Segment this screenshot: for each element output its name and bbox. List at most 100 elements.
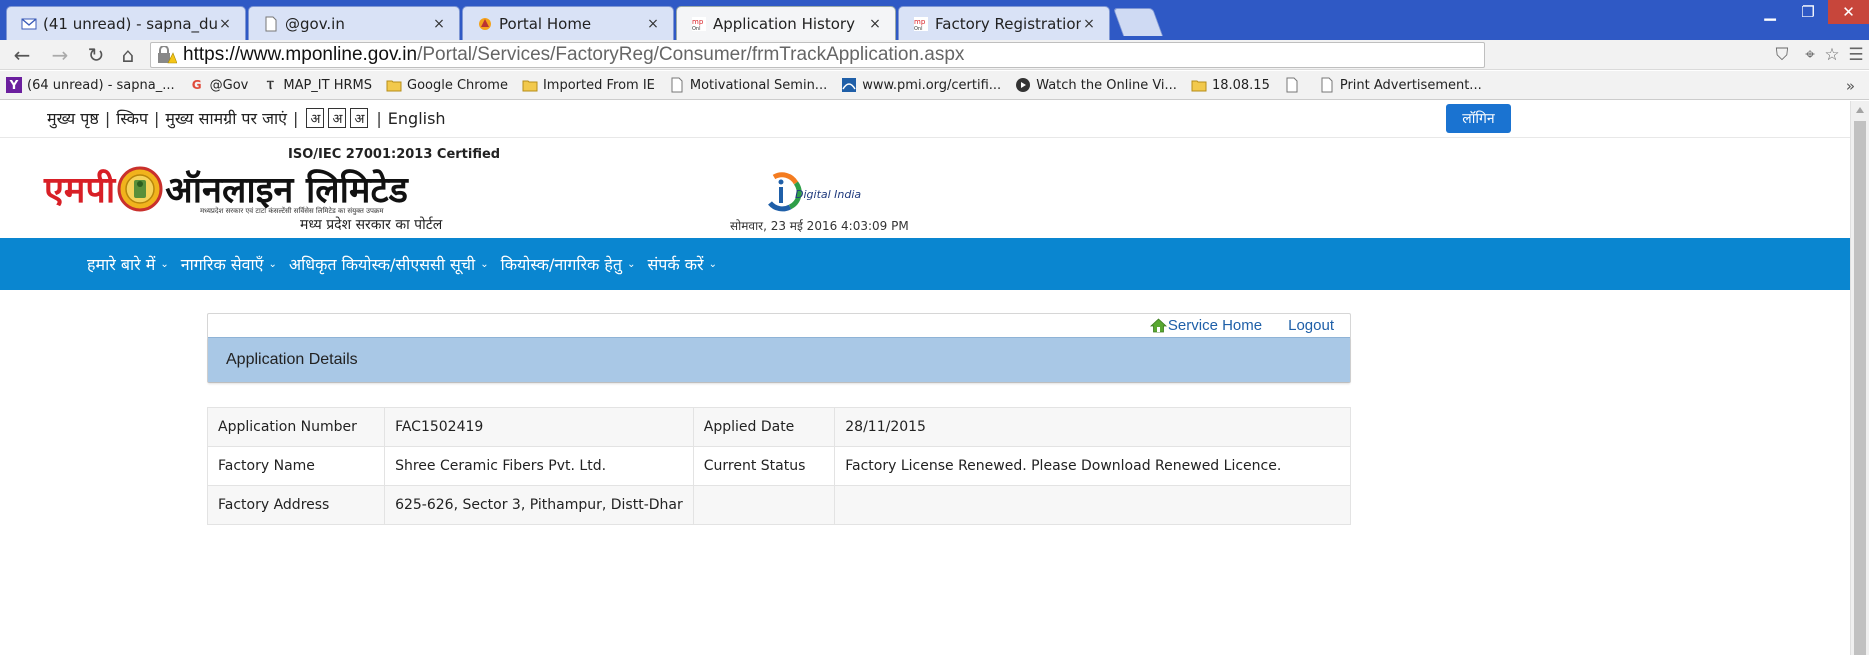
factory-name-label: Factory Name [206, 446, 386, 486]
back-icon[interactable]: ← [10, 43, 34, 67]
tab-gov[interactable]: @gov.in × [248, 6, 460, 40]
empty-cell [692, 485, 836, 525]
forward-icon[interactable]: → [48, 43, 72, 67]
restore-icon[interactable]: ❐ [1790, 0, 1826, 24]
google-icon: G [191, 78, 202, 92]
bookmark-label: Motivational Semin... [689, 77, 828, 93]
state-emblem-icon [117, 166, 163, 211]
page-icon [671, 77, 683, 93]
link-skip[interactable]: स्किप [116, 107, 148, 129]
portal-icon [479, 17, 491, 30]
new-tab-button[interactable] [1112, 8, 1164, 36]
vertical-scrollbar[interactable] [1850, 101, 1869, 655]
nav-contact-us[interactable]: संपर्क करें ⌄ [647, 253, 717, 275]
tab-close-icon[interactable]: × [217, 16, 233, 32]
accessibility-bar: मुख्य पृष्ठ | स्किप | मुख्य सामग्री पर ज… [47, 107, 446, 129]
yahoo-icon: Y [6, 77, 22, 93]
bookmark-label: MAP_IT HRMS [283, 77, 372, 93]
factory-address-value: 625-626, Sector 3, Pithampur, Distt-Dhar [384, 485, 694, 525]
bookmark-watch-online[interactable]: Watch the Online Vi... [1015, 77, 1177, 93]
nav-about-us[interactable]: हमारे बारे में ⌄ [87, 253, 169, 275]
nav-for-kiosk-citizen[interactable]: कियोस्क/नागरिक हेतु ⌄ [501, 253, 636, 275]
tab-title: (41 unread) - sapna_dubey [43, 14, 217, 33]
applied-date-value: 28/11/2015 [834, 407, 1351, 447]
home-icon[interactable]: ⌂ [116, 43, 140, 67]
logo-tagline: मध्य प्रदेश सरकार का पोर्टल [300, 217, 443, 233]
bookmark-label: Imported From IE [542, 77, 655, 93]
folder-icon [522, 80, 538, 92]
bookmarks-bar: Y (64 unread) - sapna_... G @Gov Ⲧ MAP_I… [0, 71, 1869, 100]
page-icon [265, 16, 277, 31]
tab-close-icon[interactable]: × [431, 16, 447, 32]
link-main-content[interactable]: मुख्य सामग्री पर जाएं [165, 107, 287, 129]
translate-icon[interactable]: ⌖ [1798, 44, 1822, 66]
tab-portal-home[interactable]: Portal Home × [462, 6, 674, 40]
login-button[interactable]: लॉगिन [1446, 104, 1511, 133]
nav-label: अधिकृत कियोस्क/सीएससी सूची [288, 255, 476, 274]
nav-citizen-services[interactable]: नागरिक सेवाएँ ⌄ [181, 253, 277, 275]
font-size-small-button[interactable]: अ [306, 108, 325, 128]
menu-icon[interactable]: ☰ [1844, 44, 1868, 66]
tab-close-icon[interactable]: × [867, 16, 883, 32]
folder-icon [1191, 80, 1207, 92]
tab-close-icon[interactable]: × [1081, 16, 1097, 32]
tab-application-history[interactable]: mp Onl Application History × [676, 6, 896, 40]
shield-icon[interactable]: ⛉ [1770, 44, 1794, 66]
hrms-icon: Ⲧ [266, 77, 275, 92]
bookmark-print-advertisement[interactable]: Print Advertisement... [1319, 77, 1482, 93]
browser-toolbar: ← → ↻ ⌂ https://www.mponline.gov.in/Port… [0, 40, 1869, 70]
mponline-icon: mpOnl [914, 16, 928, 32]
bookmark-imported-from-ie[interactable]: Imported From IE [522, 77, 655, 93]
bookmark-18-08-15[interactable]: 18.08.15 [1191, 77, 1270, 93]
bookmark-label: Print Advertisement... [1339, 77, 1482, 93]
tab-gmail[interactable]: (41 unread) - sapna_dubey × [6, 6, 246, 40]
language-english-link[interactable]: English [388, 109, 446, 128]
main-navigation: हमारे बारे में ⌄ नागरिक सेवाएँ ⌄ अधिकृत कि… [0, 238, 1850, 290]
bookmark-untitled[interactable] [1284, 77, 1305, 93]
bookmarks-overflow-icon[interactable]: » [1846, 77, 1855, 95]
chevron-down-icon: ⌄ [160, 258, 169, 270]
separator: | [376, 108, 382, 128]
bookmark-yahoo[interactable]: Y (64 unread) - sapna_... [6, 77, 175, 93]
iso-certification: ISO/IEC 27001:2013 Certified [288, 147, 501, 162]
logout-link[interactable]: Logout [1288, 317, 1334, 334]
table-row: Application Number FAC1502419 Applied Da… [206, 407, 1351, 447]
separator: | [293, 108, 299, 128]
service-home-link[interactable]: Service Home [1149, 317, 1262, 334]
applied-date-label: Applied Date [692, 407, 836, 447]
nav-label: नागरिक सेवाएँ [180, 255, 264, 274]
bookmark-star-icon[interactable]: ☆ [1820, 44, 1844, 66]
nav-authorized-kiosk-list[interactable]: अधिकृत कियोस्क/सीएससी सूची ⌄ [289, 253, 489, 275]
bookmark-label: (64 unread) - sapna_... [27, 77, 175, 93]
address-bar[interactable]: https://www.mponline.gov.in/Portal/Servi… [150, 42, 1485, 68]
bookmark-google-chrome[interactable]: Google Chrome [386, 77, 508, 93]
bookmark-pmi[interactable]: www.pmi.org/certifi... [841, 77, 1001, 93]
reload-icon[interactable]: ↻ [84, 43, 108, 67]
link-home[interactable]: मुख्य पृष्ठ [47, 107, 99, 129]
application-number-label: Application Number [206, 407, 386, 447]
bookmark-gov[interactable]: G @Gov [189, 77, 249, 93]
logo-online-text: ऑनलाइन लिमिटेड [165, 170, 408, 211]
separator: | [153, 108, 160, 128]
chevron-down-icon: ⌄ [268, 258, 277, 270]
pmi-icon [842, 78, 857, 92]
scroll-up-icon[interactable] [1856, 107, 1864, 113]
font-size-normal-button[interactable]: अ [328, 108, 347, 128]
font-size-large-button[interactable]: अ [350, 108, 369, 128]
table-row: Factory Name Shree Ceramic Fibers Pvt. L… [206, 446, 1351, 486]
window-close-icon[interactable]: ✕ [1828, 0, 1869, 24]
separator: | [104, 108, 111, 128]
tab-strip: (41 unread) - sapna_dubey × @gov.in × Po… [0, 0, 1869, 40]
panel-links: Service Home Logout [1149, 317, 1334, 334]
tab-factory-registration[interactable]: mp Onl Factory Registration × [898, 6, 1110, 40]
mponline-logo[interactable]: एमपी ऑनलाइन लिमिटेड [44, 164, 408, 213]
scrollbar-thumb[interactable] [1854, 121, 1866, 655]
bookmark-label: Google Chrome [407, 77, 508, 93]
bookmark-hrms[interactable]: Ⲧ MAP_IT HRMS [262, 77, 372, 93]
svg-text:Onl: Onl [692, 26, 701, 32]
bookmark-motivational[interactable]: Motivational Semin... [669, 77, 827, 93]
application-details-table: Application Number FAC1502419 Applied Da… [206, 407, 1351, 525]
logo-mp-text: एमपी [44, 170, 116, 211]
minimize-icon[interactable]: ▁ [1752, 0, 1788, 24]
tab-close-icon[interactable]: × [645, 16, 661, 32]
